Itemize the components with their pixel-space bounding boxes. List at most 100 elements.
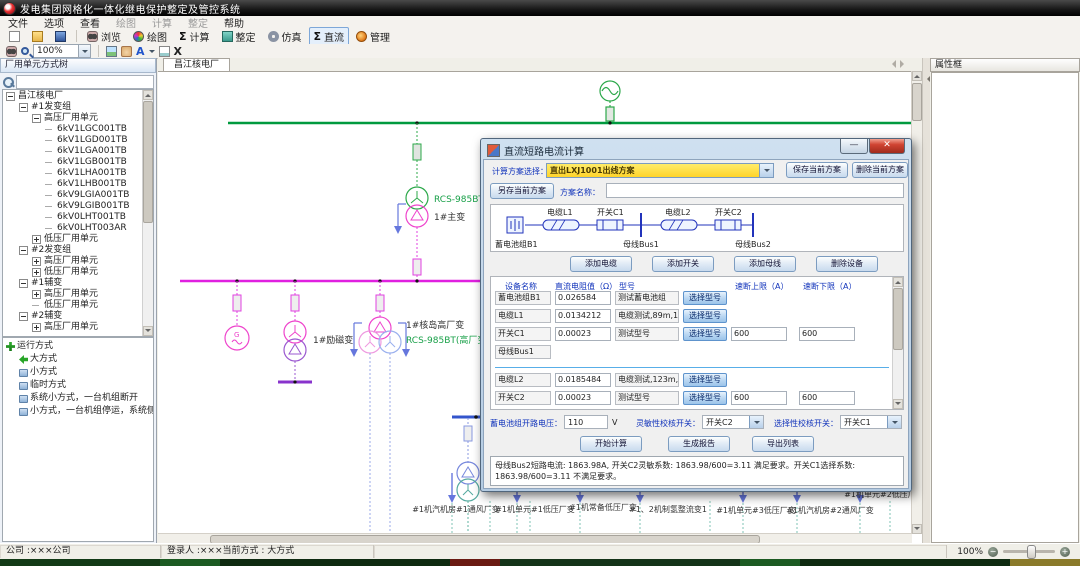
resistance-input[interactable]: 0.0185484 [555, 373, 611, 387]
chevron-down-icon[interactable] [749, 416, 763, 428]
resistance-input[interactable]: 0.00023 [555, 327, 611, 341]
select-model-button[interactable]: 选择型号 [683, 373, 727, 387]
add-cable-button[interactable]: 添加电缆 [570, 256, 632, 272]
select-model-button[interactable]: 选择型号 [683, 291, 727, 305]
lower-limit-input[interactable]: 600 [799, 391, 855, 405]
tree-item[interactable]: #1发变组 [3, 102, 143, 113]
scheme-dropdown-button[interactable] [759, 164, 773, 177]
main-transformer[interactable] [394, 123, 428, 281]
tree-item[interactable]: 6kV9LGIA001TB [3, 190, 143, 201]
expand-icon[interactable] [32, 235, 41, 244]
select-model-button[interactable]: 选择型号 [683, 327, 727, 341]
find-icon[interactable] [6, 46, 17, 57]
tree-item[interactable]: 大方式 [3, 353, 153, 366]
close-button[interactable]: ✕ [869, 139, 905, 154]
tree-item[interactable]: 低压厂用单元 [3, 300, 143, 311]
dialog-titlebar[interactable]: 直流短路电流计算 — ✕ [483, 141, 909, 159]
toolbar-button[interactable]: 管理 [351, 27, 395, 46]
save-button[interactable] [50, 29, 71, 44]
delete-tool-button[interactable]: X [174, 45, 182, 58]
tree-item[interactable]: 高压厂用单元 [3, 322, 143, 333]
save-scheme-button[interactable]: 保存当前方案 [786, 162, 848, 178]
zoom-icon[interactable] [21, 47, 29, 55]
zoom-slider[interactable] [1003, 550, 1055, 553]
export-list-button[interactable]: 导出列表 [752, 436, 814, 452]
tree-item[interactable]: 临时方式 [3, 379, 153, 392]
tree-item[interactable]: 昌江核电厂 [3, 91, 143, 102]
upper-limit-input[interactable]: 600 [731, 327, 787, 341]
toolbar-button[interactable]: 浏览 [82, 27, 126, 46]
toolbar-button[interactable]: 绘图 [128, 27, 172, 46]
excitation-transformer-branch[interactable] [278, 281, 312, 384]
tree-item[interactable]: 系统小方式，一台机组断开 [3, 392, 153, 405]
tree-item[interactable]: 小方式，一台机组停运，系统侧断开 [3, 405, 153, 418]
tree-item[interactable]: #2发变组 [3, 245, 143, 256]
expand-icon[interactable] [32, 257, 41, 266]
delete-scheme-button[interactable]: 删除当前方案 [852, 162, 908, 178]
tree-item[interactable]: 高压厂用单元 [3, 256, 143, 267]
minimize-button[interactable]: — [840, 139, 868, 154]
toolbar-button[interactable]: Σ计算 [174, 27, 215, 46]
select-model-button[interactable]: 选择型号 [683, 391, 727, 405]
tree-item[interactable]: 小方式 [3, 366, 153, 379]
expand-icon[interactable] [32, 268, 41, 277]
result-textbox[interactable]: 母线Bus2短路电流: 1863.98A, 开关C2灵敏系数: 1863.98/… [490, 456, 904, 486]
tree-item[interactable]: 6kV1LHB001TB [3, 179, 143, 190]
tree-item[interactable]: 高压厂用单元 [3, 289, 143, 300]
toolbar-button[interactable]: 整定 [217, 27, 261, 46]
search-icon[interactable] [2, 76, 14, 88]
tree-item[interactable]: 6kV1LGA001TB [3, 146, 143, 157]
add-bus-button[interactable]: 添加母线 [734, 256, 796, 272]
tree-item[interactable]: 6kV1LGB001TB [3, 157, 143, 168]
save-as-scheme-button[interactable]: 另存当前方案 [490, 183, 554, 199]
collapse-icon[interactable] [19, 103, 28, 112]
chevron-down-icon[interactable] [887, 416, 901, 428]
scheme-combo[interactable]: 直出LXJ1001出线方案 [546, 163, 774, 178]
scroll-up-icon[interactable] [893, 277, 903, 287]
select-model-button[interactable]: 选择型号 [683, 309, 727, 323]
zoom-level-combo[interactable]: 100% [33, 44, 91, 58]
resistance-input[interactable]: 0.00023 [555, 391, 611, 405]
zoom-dropdown-button[interactable] [78, 45, 90, 57]
collapse-icon[interactable] [19, 246, 28, 255]
font-tool-button[interactable]: A [136, 45, 145, 58]
tree-item[interactable]: 6kV1LGC001TB [3, 124, 143, 135]
tree-scrollbar[interactable] [142, 90, 153, 336]
upper-limit-input[interactable]: 600 [731, 391, 787, 405]
tree-item[interactable]: 6kV9LGIB001TB [3, 201, 143, 212]
tree-item[interactable]: 6kV1LGD001TB [3, 135, 143, 146]
generate-report-button[interactable]: 生成报告 [668, 436, 730, 452]
resistance-input[interactable]: 0.026584 [555, 291, 611, 305]
aux-transformer-branch[interactable] [350, 281, 410, 533]
table-scrollbar[interactable] [892, 277, 903, 409]
selectivity-combo[interactable]: 开关C1 [840, 415, 902, 429]
zoom-in-icon[interactable]: + [1060, 547, 1070, 557]
tree-item[interactable]: 低压厂用单元 [3, 234, 143, 245]
tree-item[interactable]: #1辅变 [3, 278, 143, 289]
system-source-symbol[interactable] [600, 81, 620, 123]
scheme-name-input[interactable] [606, 183, 904, 198]
tree-item[interactable]: 6kV0LHT001TB [3, 212, 143, 223]
expand-icon[interactable] [32, 290, 41, 299]
toolbar-button[interactable]: Σ直流 [309, 27, 350, 46]
toolbar-button[interactable]: 仿真 [263, 27, 307, 46]
tree-item[interactable]: 高压厂用单元 [3, 113, 143, 124]
generator-branch[interactable]: G [225, 281, 249, 350]
collapse-icon[interactable] [32, 114, 41, 123]
tab-plant[interactable]: 昌江核电厂 [163, 58, 230, 71]
tree-item[interactable]: #2辅变 [3, 311, 143, 322]
scroll-down-icon[interactable] [143, 326, 153, 336]
sensitivity-combo[interactable]: 开关C2 [702, 415, 764, 429]
zoom-out-icon[interactable]: − [988, 547, 998, 557]
canvas-vscrollbar[interactable] [911, 71, 922, 534]
tree-item[interactable]: 低压厂用单元 [3, 267, 143, 278]
tree-item[interactable]: 6kV0LHT003AR [3, 223, 143, 234]
collapse-icon[interactable] [6, 92, 15, 101]
scroll-up-icon[interactable] [143, 90, 153, 100]
edit-doc-icon[interactable] [159, 46, 170, 57]
new-button[interactable] [4, 29, 25, 44]
tree-item[interactable]: 运行方式 [3, 340, 153, 353]
tab-scroll-left-icon[interactable] [888, 60, 896, 68]
tree-item[interactable]: 6kV1LHA001TB [3, 168, 143, 179]
pan-hand-icon[interactable] [121, 46, 132, 57]
